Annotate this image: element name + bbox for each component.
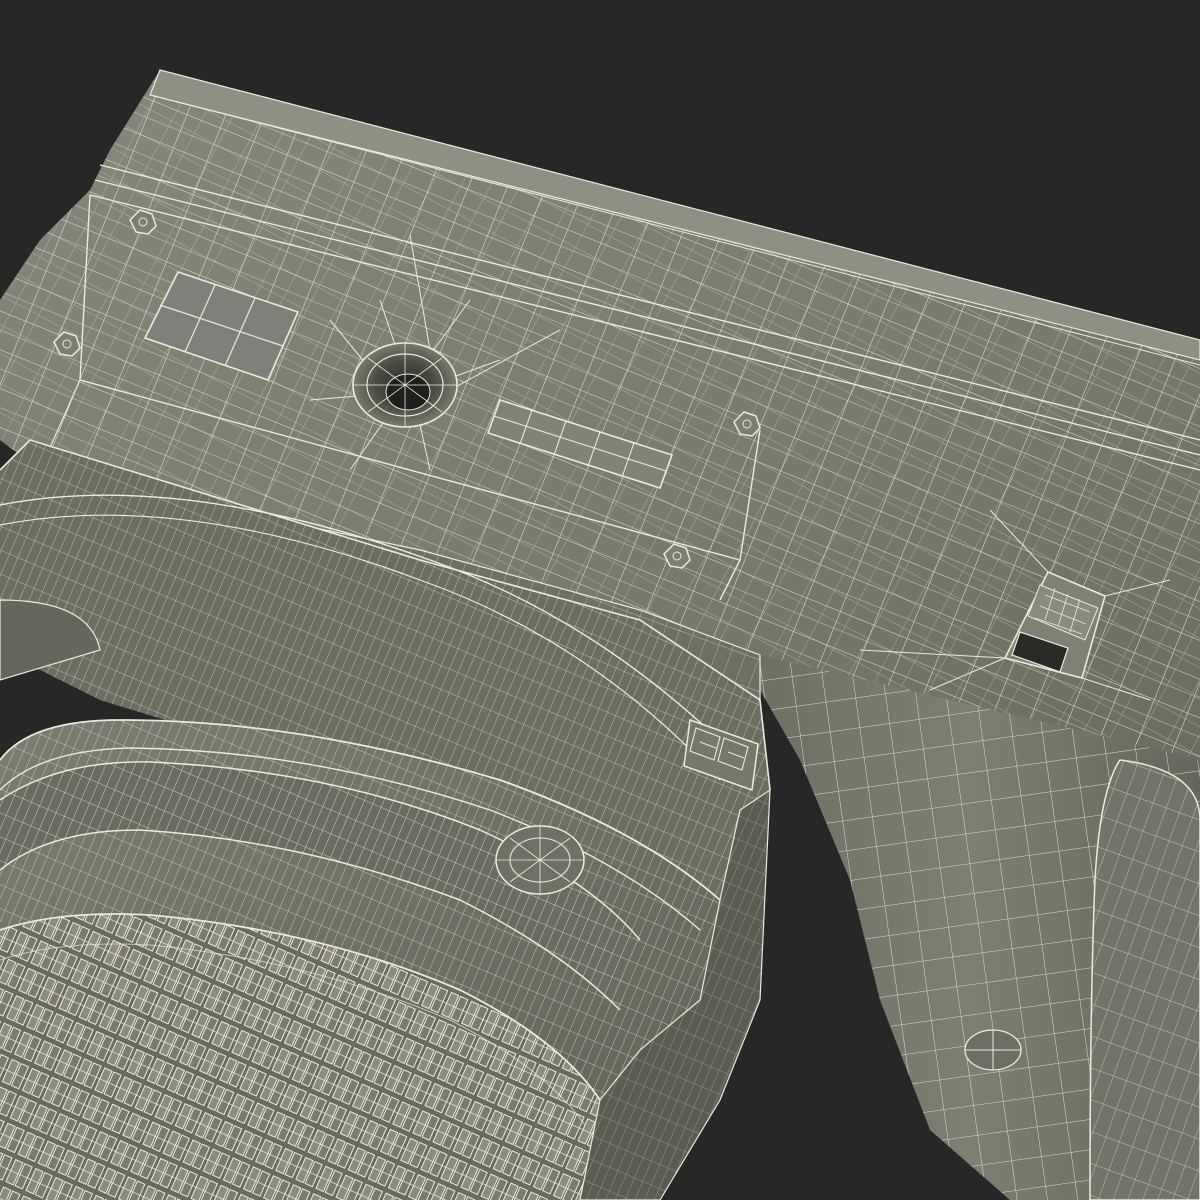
lens-release-button [495, 825, 585, 895]
camera-wireframe-render [0, 0, 1200, 1200]
